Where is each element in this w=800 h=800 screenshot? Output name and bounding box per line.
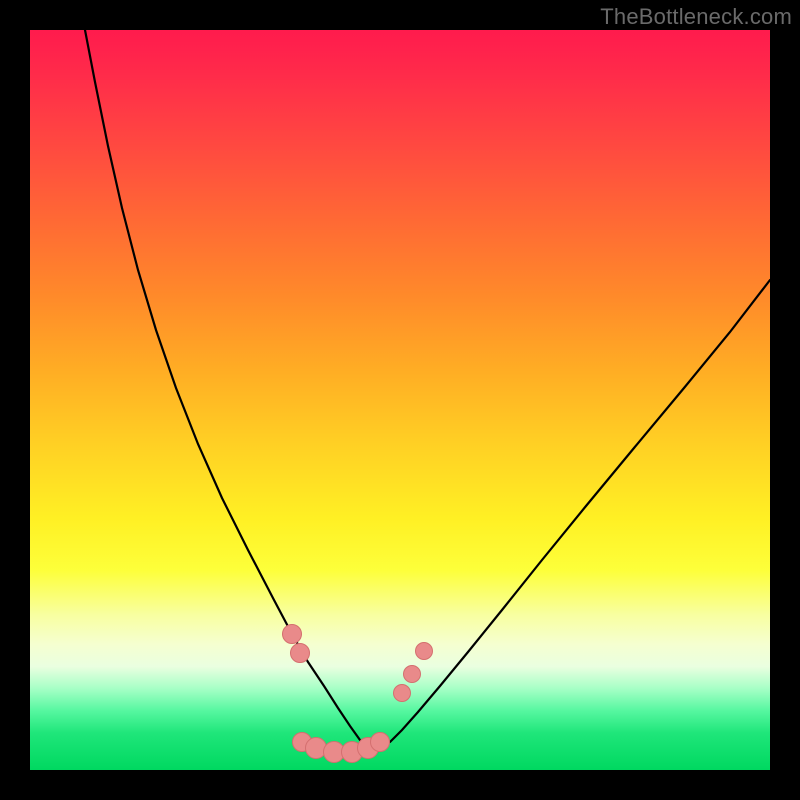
watermark-text: TheBottleneck.com bbox=[600, 4, 792, 30]
data-marker bbox=[403, 665, 421, 683]
marker-layer bbox=[30, 30, 770, 770]
data-marker bbox=[282, 624, 302, 644]
data-marker bbox=[290, 643, 310, 663]
data-marker bbox=[415, 642, 433, 660]
chart-frame: TheBottleneck.com bbox=[0, 0, 800, 800]
data-marker bbox=[393, 684, 411, 702]
plot-area bbox=[30, 30, 770, 770]
data-marker bbox=[370, 732, 390, 752]
